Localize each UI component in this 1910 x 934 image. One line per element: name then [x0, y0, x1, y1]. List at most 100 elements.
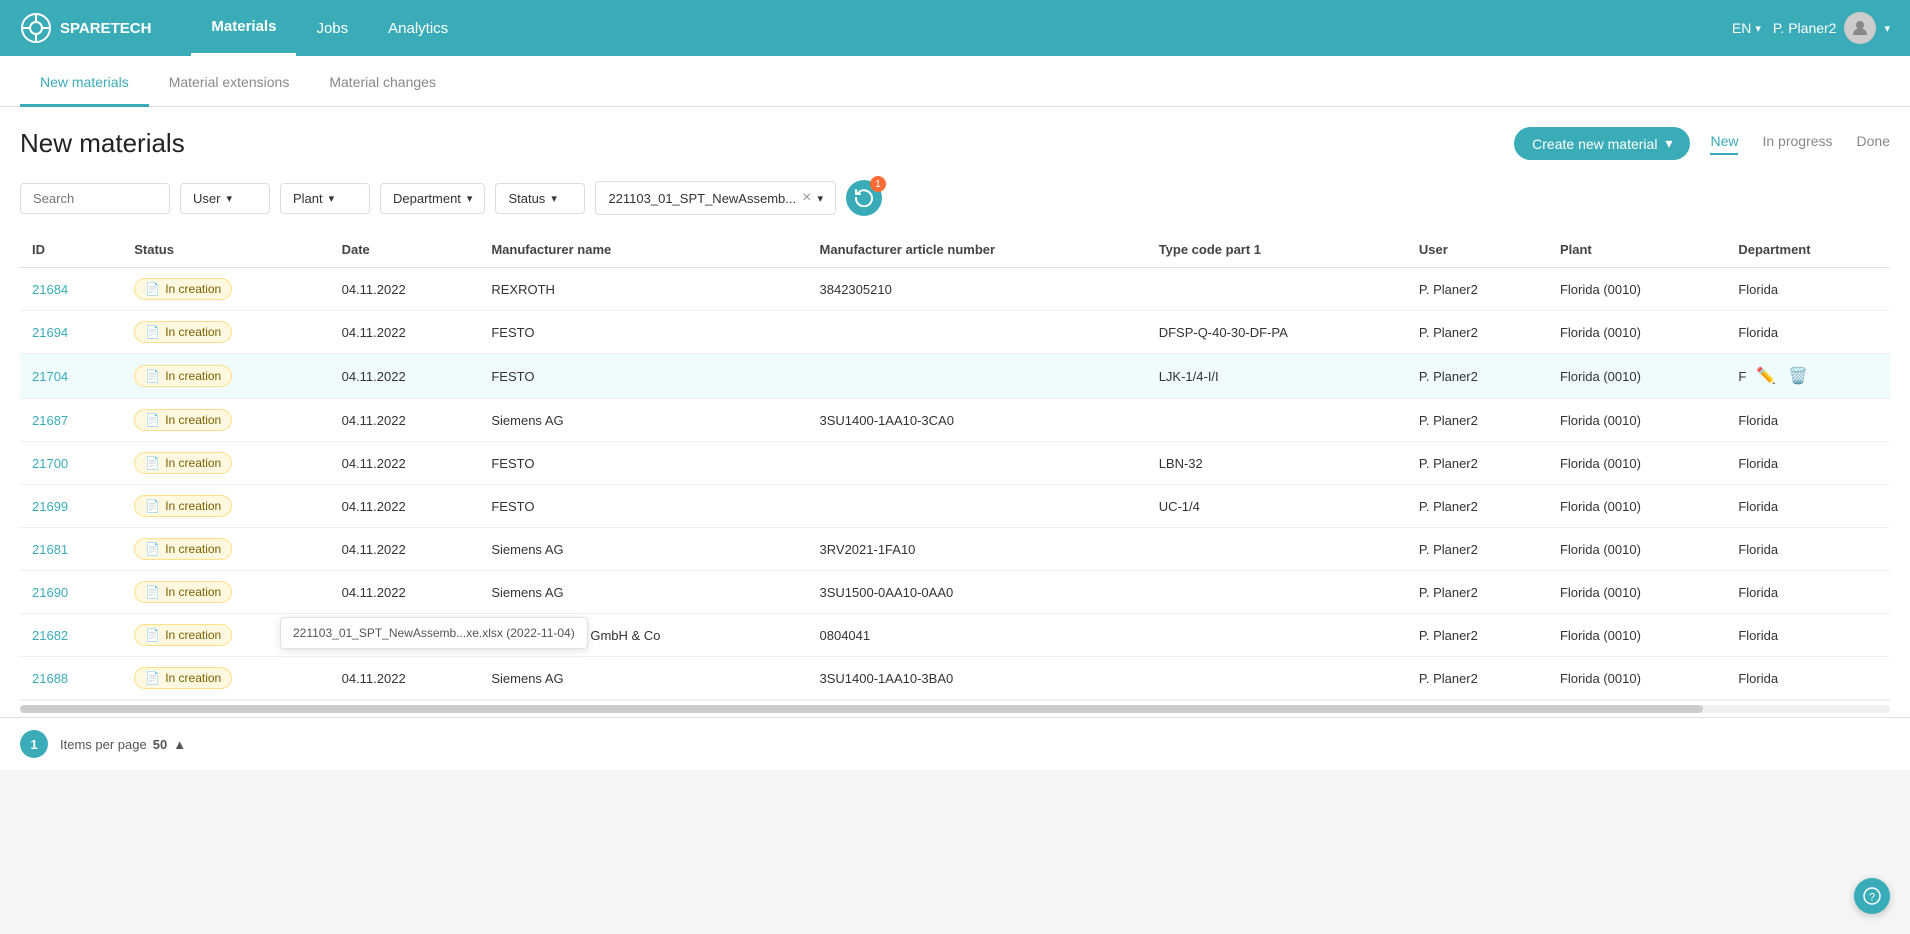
department-filter-label: Department [393, 191, 461, 206]
cell-status: 📄 In creation [122, 657, 329, 700]
user-filter[interactable]: User ▾ [180, 183, 270, 214]
status-document-icon: 📄 [145, 413, 160, 427]
status-filter[interactable]: Status ▾ [495, 183, 585, 214]
department-text: Florida [1738, 325, 1778, 340]
page-header: New materials Create new material ▾ New … [20, 127, 1890, 160]
section-tabs: New materials Material extensions Materi… [0, 56, 1910, 107]
id-link[interactable]: 21684 [32, 282, 68, 297]
cell-type-code [1147, 571, 1407, 614]
cell-manufacturer: FESTO [479, 485, 807, 528]
cell-status: 📄 In creation [122, 399, 329, 442]
col-article-number: Manufacturer article number [808, 232, 1147, 268]
cell-plant: Florida (0010) [1548, 311, 1726, 354]
tab-material-extensions[interactable]: Material extensions [149, 56, 310, 107]
cell-plant: Florida (0010) [1548, 442, 1726, 485]
department-filter[interactable]: Department ▾ [380, 183, 485, 214]
refresh-badge: 1 [870, 176, 886, 192]
department-text: Florida [1738, 456, 1778, 471]
cell-plant: Florida (0010) [1548, 268, 1726, 311]
nav-jobs[interactable]: Jobs [296, 0, 368, 56]
department-text: F [1738, 369, 1746, 384]
cell-manufacturer: REXROTH [479, 268, 807, 311]
top-navigation: SPARETECH Materials Jobs Analytics EN ▾ … [0, 0, 1910, 56]
cell-id: 21688 [20, 657, 122, 700]
user-avatar [1844, 12, 1876, 44]
cell-manufacturer: Siemens AG [479, 571, 807, 614]
search-input[interactable] [20, 183, 170, 214]
table-row: 21688 📄 In creation 04.11.2022 Siemens A… [20, 657, 1890, 700]
id-link[interactable]: 21694 [32, 325, 68, 340]
page-number[interactable]: 1 [20, 730, 48, 758]
tab-new-materials[interactable]: New materials [20, 56, 149, 107]
status-tab-in-progress[interactable]: In progress [1762, 133, 1832, 155]
plant-filter[interactable]: Plant ▾ [280, 183, 370, 214]
nav-materials[interactable]: Materials [191, 0, 296, 56]
filter-tag-chevron-icon: ▾ [817, 192, 823, 205]
department-text: Florida [1738, 671, 1778, 686]
id-link[interactable]: 21687 [32, 413, 68, 428]
create-chevron-icon: ▾ [1665, 135, 1672, 152]
cell-article-number: 3SU1400-1AA10-3BA0 [808, 657, 1147, 700]
cell-id: 21704 [20, 354, 122, 399]
cell-user: P. Planer2 [1407, 614, 1548, 657]
user-menu[interactable]: P. Planer2 ▾ [1773, 12, 1890, 44]
items-per-page-chevron-icon[interactable]: ▲ [173, 737, 186, 752]
id-link[interactable]: 21699 [32, 499, 68, 514]
tab-material-changes[interactable]: Material changes [309, 56, 456, 107]
cell-plant: Florida (0010) [1548, 485, 1726, 528]
status-badge: 📄 In creation [134, 495, 232, 517]
edit-button[interactable]: ✏️ [1754, 364, 1778, 388]
id-link[interactable]: 21682 [32, 628, 68, 643]
status-tabs: New In progress Done [1710, 133, 1890, 155]
nav-analytics[interactable]: Analytics [368, 0, 468, 56]
cell-plant: Florida (0010) [1548, 528, 1726, 571]
col-plant: Plant [1548, 232, 1726, 268]
remove-filter-icon[interactable]: × [802, 189, 811, 207]
header-right: Create new material ▾ New In progress Do… [1514, 127, 1890, 160]
id-link[interactable]: 21688 [32, 671, 68, 686]
status-tab-new[interactable]: New [1710, 133, 1738, 155]
active-filter-tag: 221103_01_SPT_NewAssemb... × ▾ [595, 181, 836, 215]
cell-plant: Florida (0010) [1548, 657, 1726, 700]
nav-right: EN ▾ P. Planer2 ▾ [1732, 12, 1890, 44]
refresh-button[interactable]: 1 [846, 180, 882, 216]
svg-text:?: ? [1869, 892, 1875, 904]
scroll-thumb [20, 705, 1703, 713]
cell-article-number: 3RV2021-1FA10 [808, 528, 1147, 571]
cell-type-code: UC-1/4 [1147, 485, 1407, 528]
cell-article-number: 3842305210 [808, 268, 1147, 311]
id-link[interactable]: 21704 [32, 369, 68, 384]
status-document-icon: 📄 [145, 585, 160, 599]
horizontal-scrollbar[interactable] [20, 705, 1890, 713]
cell-department: Florida [1726, 657, 1890, 700]
status-badge: 📄 In creation [134, 452, 232, 474]
cell-user: P. Planer2 [1407, 311, 1548, 354]
col-id: ID [20, 232, 122, 268]
logo[interactable]: SPARETECH [20, 12, 151, 44]
cell-date: 04.11.2022 [330, 485, 480, 528]
status-filter-label: Status [508, 191, 545, 206]
delete-button[interactable]: 🗑️ [1786, 364, 1810, 388]
col-department: Department [1726, 232, 1890, 268]
table-row: 21681 📄 In creation 04.11.2022 Siemens A… [20, 528, 1890, 571]
cell-status: 📄 In creation [122, 442, 329, 485]
language-selector[interactable]: EN ▾ [1732, 20, 1761, 36]
cell-id: 21682 [20, 614, 122, 657]
status-tab-done[interactable]: Done [1857, 133, 1890, 155]
plant-filter-label: Plant [293, 191, 323, 206]
cell-date: 04.11.2022 [330, 311, 480, 354]
id-link[interactable]: 21681 [32, 542, 68, 557]
id-link[interactable]: 21690 [32, 585, 68, 600]
cell-type-code [1147, 399, 1407, 442]
cell-user: P. Planer2 [1407, 399, 1548, 442]
create-material-button[interactable]: Create new material ▾ [1514, 127, 1690, 160]
cell-plant: Florida (0010) [1548, 354, 1726, 399]
cell-status: 📄 In creation [122, 571, 329, 614]
status-badge: 📄 In creation [134, 321, 232, 343]
cell-article-number: 3SU1400-1AA10-3CA0 [808, 399, 1147, 442]
cell-department: Florida [1726, 268, 1890, 311]
cell-article-number [808, 442, 1147, 485]
help-button[interactable]: ? [1854, 878, 1890, 914]
department-text: Florida [1738, 585, 1778, 600]
id-link[interactable]: 21700 [32, 456, 68, 471]
